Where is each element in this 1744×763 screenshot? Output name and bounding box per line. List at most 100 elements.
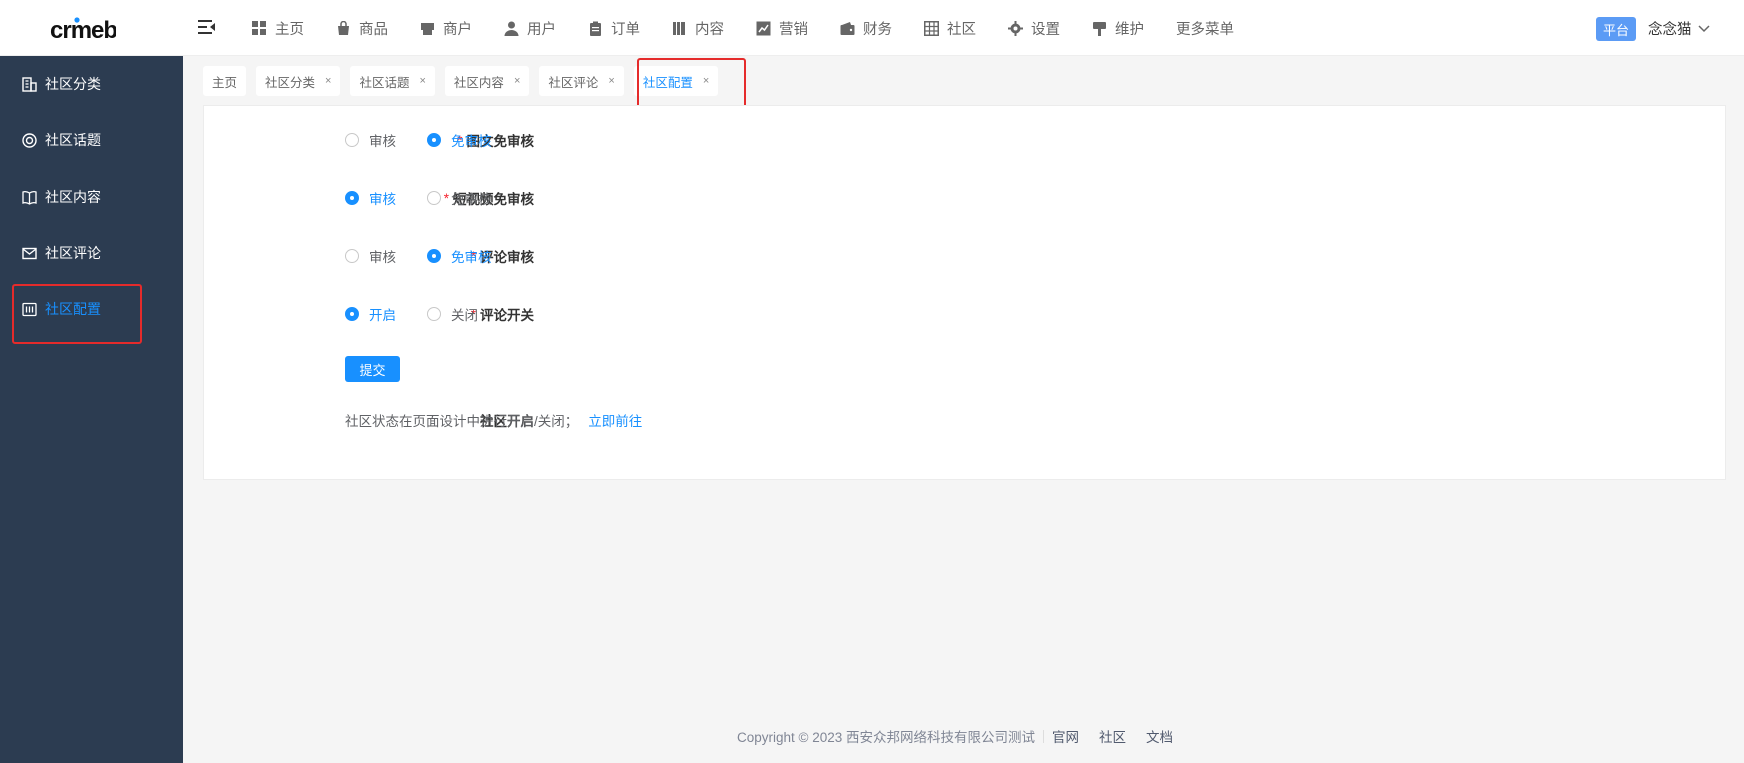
platform-badge[interactable]: 平台: [1596, 17, 1636, 41]
topnav-label: 营销: [779, 21, 808, 38]
topnav-item-users[interactable]: 用户: [504, 18, 556, 39]
topnav-item-community[interactable]: 社区: [924, 18, 976, 39]
user-menu[interactable]: 念念猫: [1648, 18, 1710, 39]
form-label: * 评论开关: [471, 302, 534, 326]
store-icon: [421, 22, 434, 35]
topnav-label: 财务: [863, 21, 892, 38]
community-description: 社区状态在页面设计中进行开启/关闭； 立即前往: [345, 408, 642, 432]
topnav-item-maintenance[interactable]: 维护: [1092, 18, 1144, 39]
tab-label: 社区内容: [453, 75, 504, 90]
top-navbar: crmeb 主页 商品 商户 用户 订单 内容 营销 财务 社区 设置 维护 更…: [0, 0, 1744, 56]
form-row-community-open: 社区开启 社区状态在页面设计中进行开启/关闭； 立即前往: [204, 408, 1725, 432]
radio-label: 免审核: [451, 134, 492, 149]
topnav-label: 社区: [947, 21, 976, 38]
topnav-item-finance[interactable]: 财务: [840, 18, 892, 39]
book-icon: [673, 21, 685, 35]
topnav-item-content[interactable]: 内容: [672, 18, 724, 39]
topnav-item-marketing[interactable]: 营销: [756, 18, 808, 39]
tab-community-category[interactable]: 社区分类 ×: [256, 66, 341, 96]
topnav-item-merchants[interactable]: 商户: [420, 18, 472, 39]
tab-community-config[interactable]: 社区配置 ×: [633, 66, 719, 96]
gear-icon: [1008, 20, 1023, 36]
topnav-item-more-menu[interactable]: 更多菜单: [1176, 18, 1234, 39]
user-icon: [504, 21, 519, 36]
tab-community-content[interactable]: 社区内容 ×: [444, 66, 530, 96]
topnav-label: 用户: [527, 21, 556, 38]
topnav-label: 维护: [1115, 21, 1144, 38]
community-description-text: 社区状态在页面设计中进行开启/关闭；: [345, 414, 579, 429]
grid-icon: [252, 20, 266, 35]
sidebar-item-community-content[interactable]: 社区内容: [0, 177, 183, 217]
chevron-down-icon: [1697, 24, 1710, 32]
tab-community-comments[interactable]: 社区评论 ×: [539, 66, 624, 96]
footer: Copyright © 2023 西安众邦网络科技有限公司测试 官网 社区 文档: [737, 726, 1173, 746]
table-icon: [924, 20, 939, 36]
topnav-item-products[interactable]: 商品: [336, 18, 388, 39]
sidebar-item-label: 社区分类: [45, 76, 101, 92]
tab-label: 社区配置: [642, 75, 693, 90]
footer-link-official-site[interactable]: 官网: [1052, 726, 1079, 746]
radio-review[interactable]: 审核: [345, 186, 396, 210]
radio-circle: [345, 133, 359, 147]
close-icon[interactable]: ×: [608, 75, 614, 87]
building-icon: [22, 76, 37, 92]
wallet-icon: [840, 21, 855, 35]
submit-button[interactable]: 提交: [345, 356, 400, 382]
radio-no-review[interactable]: 免审核: [427, 244, 492, 268]
topnav-label: 内容: [695, 21, 724, 38]
form-row-image-text-review: * 图文免审核 审核 免审核: [204, 128, 1725, 152]
logo-text: crmeb: [50, 17, 116, 44]
bag-icon: [338, 20, 349, 35]
radio-no-review[interactable]: 免审核: [427, 128, 492, 152]
sidebar-item-community-config[interactable]: 社区配置: [0, 289, 183, 329]
radio-circle: [427, 307, 441, 321]
tab-home[interactable]: 主页: [203, 66, 247, 96]
radio-review[interactable]: 审核: [345, 128, 396, 152]
lifebuoy-icon: [22, 132, 37, 148]
radio-no-review[interactable]: 免审核: [427, 186, 492, 210]
radio-review[interactable]: 审核: [345, 244, 396, 268]
sidebar: 社区分类 社区话题 社区内容 社区评论 社区配置: [0, 56, 183, 763]
topnav-label: 更多菜单: [1176, 21, 1234, 38]
radio-circle: [345, 307, 359, 321]
topnav-label: 设置: [1031, 21, 1060, 38]
menu-collapse-icon[interactable]: [198, 19, 218, 37]
sidebar-item-community-topic[interactable]: 社区话题: [0, 120, 183, 160]
radio-circle: [427, 249, 441, 263]
mail-icon: [22, 247, 37, 259]
tab-label: 社区评论: [548, 75, 599, 90]
close-icon[interactable]: ×: [325, 75, 331, 87]
copyright-text: Copyright © 2023 西安众邦网络科技有限公司测试: [737, 730, 1036, 745]
top-nav-menu: 主页 商品 商户 用户 订单 内容 营销 财务 社区 设置 维护 更多菜单: [252, 0, 1234, 56]
sidebar-item-label: 社区评论: [45, 245, 101, 261]
topnav-label: 主页: [275, 21, 304, 38]
clipboard-icon: [590, 21, 601, 36]
close-icon[interactable]: ×: [703, 75, 709, 87]
brush-icon: [1093, 21, 1106, 36]
footer-link-community[interactable]: 社区: [1099, 726, 1126, 746]
sidebar-item-community-comments[interactable]: 社区评论: [0, 233, 183, 273]
tab-label: 社区分类: [265, 75, 316, 90]
sidebar-item-community-category[interactable]: 社区分类: [0, 64, 183, 104]
tab-community-topic[interactable]: 社区话题 ×: [350, 66, 435, 96]
config-icon: [22, 302, 37, 316]
logo[interactable]: crmeb: [50, 14, 118, 51]
footer-link-docs[interactable]: 文档: [1146, 726, 1173, 746]
topnav-label: 商品: [359, 21, 388, 38]
close-icon[interactable]: ×: [514, 75, 520, 87]
topnav-label: 订单: [611, 21, 640, 38]
radio-circle: [345, 191, 359, 205]
user-name: 念念猫: [1648, 22, 1692, 38]
sidebar-item-label: 社区内容: [45, 189, 101, 205]
close-icon[interactable]: ×: [419, 75, 425, 87]
page-tabs: 主页 社区分类 × 社区话题 × 社区内容 × 社区评论 × 社区配置 ×: [203, 66, 728, 96]
radio-label: 审核: [369, 134, 396, 149]
radio-circle: [427, 133, 441, 147]
topnav-item-settings[interactable]: 设置: [1008, 18, 1060, 39]
topnav-item-orders[interactable]: 订单: [588, 18, 640, 39]
config-form-panel: * 图文免审核 审核 免审核 * 短视频免审核 审核 免审核 * 评论审核 审核…: [203, 105, 1726, 480]
radio-on[interactable]: 开启: [345, 302, 396, 326]
go-now-link[interactable]: 立即前往: [588, 410, 642, 430]
topnav-item-home[interactable]: 主页: [252, 18, 304, 39]
radio-off[interactable]: 关闭: [427, 302, 478, 326]
